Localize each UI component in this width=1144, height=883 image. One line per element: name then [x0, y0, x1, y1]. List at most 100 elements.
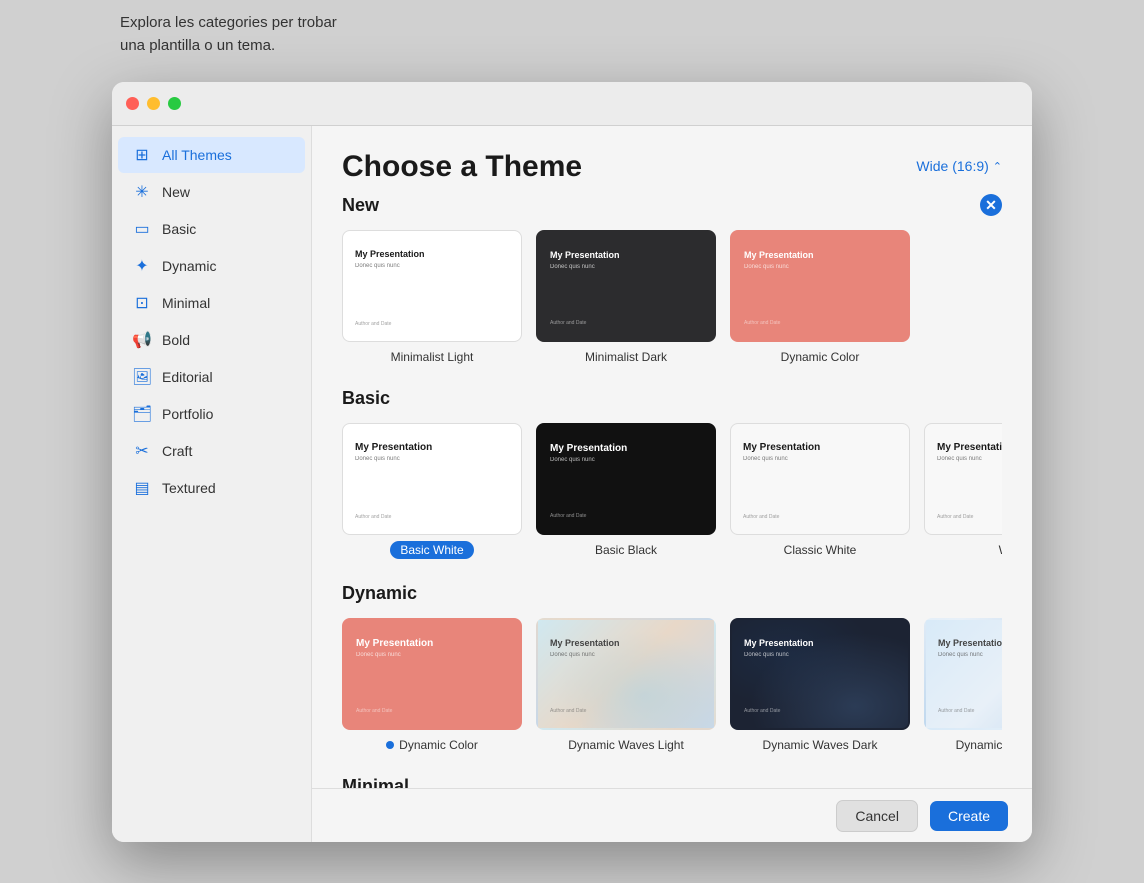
theme-thumbnail: My Presentation Donec quis nunc Author a… [924, 423, 1002, 535]
sidebar-item-label: New [162, 184, 190, 200]
theme-card-dynamic-color[interactable]: My Presentation Donec quis nunc Author a… [342, 618, 522, 752]
theme-title: My Presentation [355, 249, 425, 259]
theme-subtitle: Donec quis nunc [744, 264, 789, 270]
minimal-section-header: Minimal [342, 776, 1002, 788]
theme-title: My Presentation [550, 443, 627, 454]
close-button[interactable] [126, 97, 139, 110]
dynamic-themes-grid: My Presentation Donec quis nunc Author a… [342, 618, 1002, 752]
theme-title: My Presentation [938, 638, 1002, 648]
close-new-section-button[interactable]: ✕ [980, 194, 1002, 216]
theme-author: Author and Date [550, 513, 586, 519]
sidebar-item-label: Basic [162, 221, 196, 237]
new-section-title: New [342, 195, 379, 216]
theme-card-dynamic-clouds-light[interactable]: My Presentation Donec quis nunc Author a… [924, 618, 1002, 752]
theme-author: Author and Date [744, 320, 780, 326]
sidebar-item-dynamic[interactable]: ✦ Dynamic [118, 248, 305, 284]
new-icon: ✳ [132, 182, 152, 202]
dynamic-section: Dynamic My Presentation Donec quis nunc … [342, 583, 1002, 752]
dynamic-section-title: Dynamic [342, 583, 417, 604]
theme-name-label: Classic White [784, 543, 857, 557]
dynamic-icon: ✦ [132, 256, 152, 276]
theme-thumbnail: My Presentation Donec quis nunc Author a… [536, 618, 716, 730]
sidebar-item-new[interactable]: ✳ New [118, 174, 305, 210]
page-title: Choose a Theme [342, 150, 582, 184]
theme-card-minimalist-light[interactable]: My Presentation Donec quis nunc Author a… [342, 230, 522, 364]
theme-name-label: Basic Black [595, 543, 657, 557]
theme-thumbnail: My Presentation Donec quis nunc Author a… [536, 423, 716, 535]
theme-title: My Presentation [744, 250, 814, 260]
theme-subtitle: Donec quis nunc [550, 264, 595, 270]
theme-subtitle: Donec quis nunc [937, 456, 982, 462]
sidebar-item-basic[interactable]: ▭ Basic [118, 211, 305, 247]
basic-themes-grid: My Presentation Donec quis nunc Author a… [342, 423, 1002, 559]
sidebar-item-bold[interactable]: 📢 Bold [118, 322, 305, 358]
tooltip: Explora les categories per trobar una pl… [120, 12, 337, 57]
theme-subtitle: Donec quis nunc [744, 652, 789, 658]
theme-card-minimalist-dark[interactable]: My Presentation Donec quis nunc Author a… [536, 230, 716, 364]
theme-card-classic-white[interactable]: My Presentation Donec quis nunc Author a… [730, 423, 910, 559]
theme-thumbnail: My Presentation Donec quis nunc Author a… [342, 230, 522, 342]
craft-icon: ✂ [132, 441, 152, 461]
themes-scroll: New ✕ My Presentation Donec quis nunc [312, 194, 1032, 788]
sidebar-item-craft[interactable]: ✂ Craft [118, 433, 305, 469]
theme-title: My Presentation [937, 442, 1002, 453]
all-themes-icon: ⊞ [132, 145, 152, 165]
theme-name-label: Dynamic Color [386, 738, 478, 752]
basic-icon: ▭ [132, 219, 152, 239]
theme-name-label: Dynamic Color [781, 350, 860, 364]
theme-title: My Presentation [356, 638, 433, 649]
theme-author: Author and Date [937, 514, 973, 520]
theme-card-basic-white[interactable]: My Presentation Donec quis nunc Author a… [342, 423, 522, 559]
traffic-lights [126, 97, 181, 110]
sidebar-item-editorial[interactable]: 🖼 Editorial [118, 359, 305, 395]
sidebar-item-label: Craft [162, 443, 192, 459]
sidebar-item-minimal[interactable]: ⊡ Minimal [118, 285, 305, 321]
theme-name-label: White [999, 543, 1002, 557]
theme-subtitle: Donec quis nunc [356, 652, 401, 658]
theme-card-basic-black[interactable]: My Presentation Donec quis nunc Author a… [536, 423, 716, 559]
minimize-button[interactable] [147, 97, 160, 110]
tooltip-line2: una plantilla o un tema. [120, 35, 337, 58]
theme-name-label: Dynamic Waves Dark [763, 738, 878, 752]
sidebar-item-portfolio[interactable]: 🗂 Portfolio [118, 396, 305, 432]
sidebar-item-label: Dynamic [162, 258, 216, 274]
selected-badge: Basic White [390, 541, 473, 559]
new-section-header: New ✕ [342, 194, 1002, 216]
cancel-button[interactable]: Cancel [836, 800, 918, 832]
theme-subtitle: Donec quis nunc [355, 456, 400, 462]
theme-thumbnail: My Presentation Donec quis nunc Author a… [730, 423, 910, 535]
aspect-ratio-label: Wide (16:9) [916, 158, 988, 174]
textured-icon: ▤ [132, 478, 152, 498]
editorial-icon: 🖼 [132, 367, 152, 387]
theme-card-white[interactable]: My Presentation Donec quis nunc Author a… [924, 423, 1002, 559]
theme-card-dynamic-waves-dark[interactable]: My Presentation Donec quis nunc Author a… [730, 618, 910, 752]
theme-thumbnail: My Presentation Donec quis nunc Author a… [730, 618, 910, 730]
aspect-ratio-button[interactable]: Wide (16:9) ⌃ [916, 158, 1002, 174]
sidebar-item-label: Portfolio [162, 406, 213, 422]
dynamic-section-header: Dynamic [342, 583, 1002, 604]
sidebar-item-textured[interactable]: ▤ Textured [118, 470, 305, 506]
minimal-icon: ⊡ [132, 293, 152, 313]
theme-author: Author and Date [938, 708, 974, 714]
theme-card-dynamic-color-new[interactable]: My Presentation Donec quis nunc Author a… [730, 230, 910, 364]
theme-subtitle: Donec quis nunc [550, 457, 595, 463]
portfolio-icon: 🗂 [132, 404, 152, 424]
theme-card-dynamic-waves-light[interactable]: My Presentation Donec quis nunc Author a… [536, 618, 716, 752]
theme-name-label: Dynamic Waves Light [568, 738, 684, 752]
minimal-section-title: Minimal [342, 776, 409, 788]
create-button[interactable]: Create [930, 801, 1008, 831]
theme-name-label: Dynamic Clouds Light [956, 738, 1002, 752]
theme-thumbnail: My Presentation Donec quis nunc Author a… [536, 230, 716, 342]
sidebar-item-all-themes[interactable]: ⊞ All Themes [118, 137, 305, 173]
theme-title: My Presentation [743, 442, 820, 453]
fullscreen-button[interactable] [168, 97, 181, 110]
footer: Cancel Create [312, 788, 1032, 842]
theme-thumbnail: My Presentation Donec quis nunc Author a… [342, 423, 522, 535]
main-header: Choose a Theme Wide (16:9) ⌃ [312, 126, 1032, 194]
theme-author: Author and Date [743, 514, 779, 520]
new-section: New ✕ My Presentation Donec quis nunc [342, 194, 1002, 364]
basic-section-title: Basic [342, 388, 390, 409]
basic-section-header: Basic [342, 388, 1002, 409]
theme-title: My Presentation [355, 442, 432, 453]
theme-thumbnail: My Presentation Donec quis nunc Author a… [342, 618, 522, 730]
